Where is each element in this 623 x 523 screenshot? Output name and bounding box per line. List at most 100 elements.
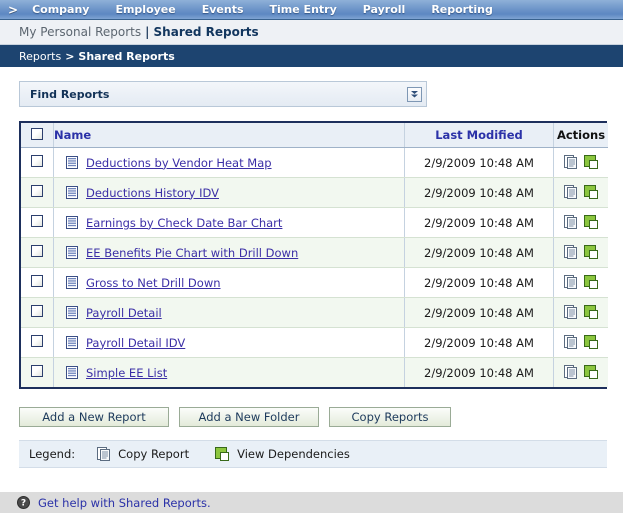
last-modified-value: 2/9/2009 10:48 AM [424, 275, 534, 290]
table-action-buttons: Add a New Report Add a New Folder Copy R… [19, 407, 623, 427]
copy-report-icon[interactable] [563, 155, 578, 170]
row-select-cell [21, 207, 54, 238]
copy-report-icon[interactable] [563, 245, 578, 260]
report-name-link[interactable]: Earnings by Check Date Bar Chart [86, 216, 282, 230]
double-chevron-down-icon[interactable] [407, 86, 422, 102]
nav-item-events[interactable]: Events [202, 3, 244, 16]
breadcrumb-chevron-icon: > [65, 49, 75, 63]
nav-expand-arrow-icon[interactable]: > [8, 4, 18, 16]
view-dependencies-icon[interactable] [583, 335, 599, 350]
legend-view-dependencies-label: View Dependencies [237, 447, 350, 461]
view-dependencies-icon[interactable] [583, 365, 599, 380]
report-document-icon [66, 246, 78, 259]
copy-report-icon[interactable] [563, 365, 578, 380]
report-document-icon [66, 306, 78, 319]
nav-item-time-entry[interactable]: Time Entry [270, 3, 337, 16]
table-row: Deductions by Vendor Heat Map 2/9/2009 10… [21, 147, 608, 178]
add-a-new-folder-button[interactable]: Add a New Folder [179, 407, 319, 427]
breadcrumb-reports[interactable]: Reports [19, 50, 61, 63]
view-dependencies-icon[interactable] [583, 155, 599, 170]
view-dependencies-icon[interactable] [583, 215, 599, 230]
report-document-icon [66, 276, 78, 289]
copy-report-icon[interactable] [563, 305, 578, 320]
report-name-link[interactable]: Simple EE List [86, 366, 167, 380]
last-modified-value: 2/9/2009 10:48 AM [424, 155, 534, 170]
row-checkbox[interactable] [31, 275, 43, 287]
subheader-separator: | [145, 25, 150, 39]
copy-report-icon[interactable] [563, 215, 578, 230]
help-footer-bar: ? Get help with Shared Reports. [0, 492, 623, 513]
copy-reports-button[interactable]: Copy Reports [329, 407, 451, 427]
copy-report-icon [97, 446, 111, 462]
view-dependencies-icon[interactable] [583, 185, 599, 200]
report-name-link[interactable]: Gross to Net Drill Down [86, 276, 221, 290]
svg-text:?: ? [21, 499, 26, 509]
subheader-current-shared-reports: Shared Reports [153, 25, 259, 39]
row-name-cell: Payroll Detail [53, 297, 405, 328]
row-select-cell [21, 147, 54, 178]
link-my-personal-reports[interactable]: My Personal Reports [19, 25, 141, 39]
last-modified-value: 2/9/2009 10:48 AM [424, 215, 534, 230]
nav-item-reporting[interactable]: Reporting [431, 3, 493, 16]
last-modified-value: 2/9/2009 10:48 AM [424, 185, 534, 200]
report-document-icon [66, 156, 78, 169]
report-name-link[interactable]: Payroll Detail IDV [86, 336, 185, 350]
row-last-modified-cell: 2/9/2009 10:48 AM [404, 177, 554, 208]
copy-report-icon[interactable] [563, 275, 578, 290]
view-dependencies-icon[interactable] [583, 305, 599, 320]
report-document-icon [66, 366, 78, 379]
last-modified-value: 2/9/2009 10:48 AM [424, 245, 534, 260]
shared-reports-table-body: Deductions by Vendor Heat Map 2/9/2009 10… [21, 147, 608, 387]
row-name-cell: Deductions History IDV [53, 177, 405, 208]
view-dependencies-icon[interactable] [583, 275, 599, 290]
table-row: EE Benefits Pie Chart with Drill Down 2/9… [21, 237, 608, 268]
view-dependencies-icon[interactable] [583, 245, 599, 260]
select-all-checkbox[interactable] [31, 127, 43, 140]
header-select-all-cell [21, 123, 54, 148]
find-reports-panel-wrapper: Find Reports [19, 81, 427, 107]
row-actions-cell [553, 237, 608, 268]
row-checkbox[interactable] [31, 215, 43, 227]
table-row: Payroll Detail IDV 2/9/2009 10:48 AM [21, 327, 608, 358]
reports-sub-header: My Personal Reports | Shared Reports [0, 20, 623, 45]
header-actions-label: Actions [556, 128, 606, 142]
row-checkbox[interactable] [31, 245, 43, 257]
report-document-icon [66, 216, 78, 229]
add-a-new-report-button[interactable]: Add a New Report [19, 407, 169, 427]
legend-bar: Legend: Copy Report View Dependencies [19, 440, 607, 468]
sort-by-name-link[interactable]: Name [54, 128, 91, 142]
row-actions-cell [553, 327, 608, 358]
legend-copy-report: Copy Report [97, 446, 189, 462]
report-name-link[interactable]: Deductions History IDV [86, 186, 219, 200]
shared-reports-table: Name Last Modified Actions Deductions by… [21, 123, 608, 387]
report-name-link[interactable]: Payroll Detail [86, 306, 162, 320]
sort-by-last-modified-link[interactable]: Last Modified [435, 128, 523, 142]
row-name-cell: EE Benefits Pie Chart with Drill Down [53, 237, 405, 268]
row-checkbox[interactable] [31, 185, 43, 197]
nav-item-payroll[interactable]: Payroll [363, 3, 406, 16]
table-row: Earnings by Check Date Bar Chart 2/9/2009… [21, 207, 608, 238]
row-checkbox[interactable] [31, 155, 43, 167]
get-help-link[interactable]: Get help with Shared Reports. [38, 496, 211, 510]
row-checkbox[interactable] [31, 365, 43, 377]
report-name-link[interactable]: Deductions by Vendor Heat Map [86, 156, 272, 170]
table-row: Payroll Detail 2/9/2009 10:48 AM [21, 297, 608, 328]
nav-item-employee[interactable]: Employee [115, 3, 175, 16]
copy-report-icon[interactable] [563, 335, 578, 350]
row-checkbox[interactable] [31, 305, 43, 317]
row-select-cell [21, 267, 54, 298]
nav-item-company[interactable]: Company [32, 3, 89, 16]
header-actions-cell: Actions [553, 123, 608, 148]
last-modified-value: 2/9/2009 10:48 AM [424, 305, 534, 320]
copy-report-icon[interactable] [563, 185, 578, 200]
table-row: Gross to Net Drill Down 2/9/2009 10:48 AM [21, 267, 608, 298]
breadcrumb: Reports > Shared Reports [0, 45, 623, 67]
row-select-cell [21, 237, 54, 268]
row-actions-cell [553, 297, 608, 328]
row-actions-cell [553, 267, 608, 298]
find-reports-panel[interactable]: Find Reports [19, 81, 427, 107]
legend-view-dependencies: View Dependencies [215, 446, 350, 462]
row-checkbox[interactable] [31, 335, 43, 347]
report-name-link[interactable]: EE Benefits Pie Chart with Drill Down [86, 246, 298, 260]
legend-label: Legend: [29, 447, 76, 461]
